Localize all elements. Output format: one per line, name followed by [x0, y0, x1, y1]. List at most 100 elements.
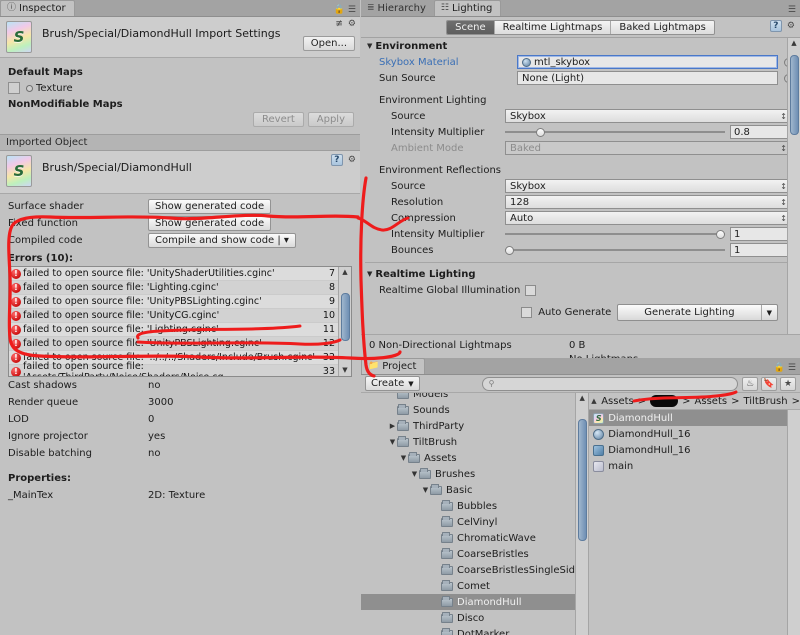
panel-menu-icon[interactable]: ☰	[348, 6, 356, 15]
tree-node-models[interactable]: Models	[361, 393, 588, 402]
breadcrumb-item-assets-2[interactable]: Assets	[695, 396, 728, 407]
bounces-value[interactable]: 1	[730, 243, 792, 257]
asset-item-diamondhull16-material[interactable]: DiamondHull_16	[589, 426, 800, 442]
tree-node-bubbles[interactable]: Bubbles	[361, 498, 588, 514]
tree-scrollbar[interactable]: ▲	[575, 393, 589, 635]
help-icon[interactable]: ?	[330, 154, 343, 166]
lighting-scroll-thumb[interactable]	[790, 55, 799, 135]
gear-icon[interactable]: ⚙	[348, 155, 356, 165]
errors-scroll-thumb[interactable]	[341, 293, 350, 341]
scroll-up-icon[interactable]: ▲	[576, 393, 588, 404]
tree-node-dotmarker[interactable]: DotMarker	[361, 626, 588, 635]
search-input[interactable]: ⚲	[481, 376, 738, 391]
tree-node-thirdparty[interactable]: ▶ ThirdParty	[361, 418, 588, 434]
tree-node-assets[interactable]: ▼ Assets	[361, 450, 588, 466]
skybox-material-field[interactable]: mtl_skybox	[517, 55, 793, 69]
error-row[interactable]: ! failed to open source file: 'UnityShad…	[9, 267, 351, 281]
label-icon[interactable]: 🔖	[761, 376, 777, 391]
env-lighting-intensity-slider[interactable]	[505, 126, 725, 138]
environment-foldout[interactable]: ▼ Environment	[361, 38, 800, 54]
env-lighting-source-dropdown[interactable]: Skybox	[505, 109, 792, 123]
scroll-up-icon[interactable]: ▲	[788, 38, 800, 49]
panel-menu-icon[interactable]: ☰	[788, 364, 796, 373]
panel-menu-icon[interactable]: ☰	[788, 6, 796, 15]
lighting-scrollbar[interactable]: ▲	[787, 38, 800, 334]
gear-icon[interactable]: ⚙	[348, 20, 356, 29]
mode-scene[interactable]: Scene	[447, 20, 495, 34]
asset-item-diamondhull16-texture[interactable]: DiamondHull_16	[589, 442, 800, 458]
texture-row[interactable]: Texture	[8, 80, 352, 96]
breadcrumb-item-tiltbrush[interactable]: TiltBrush	[743, 396, 787, 407]
assets-pane[interactable]: ▲ Assets > > Assets > TiltBrush > S Diam…	[589, 393, 800, 635]
lock-icon[interactable]: 🔒	[334, 6, 345, 15]
show-generated-code-button-fixed[interactable]: Show generated code	[148, 216, 272, 231]
scroll-up-icon[interactable]: ▲	[339, 267, 351, 278]
slider-knob[interactable]	[505, 245, 514, 255]
tree-node-basic[interactable]: ▼ Basic	[361, 482, 588, 498]
slider-knob[interactable]	[716, 229, 726, 239]
tree-toggle-icon[interactable]: ▶	[388, 422, 397, 430]
tab-project[interactable]: 📁 Project	[361, 358, 426, 374]
help-icon[interactable]: ?	[769, 20, 782, 32]
error-row[interactable]: ! failed to open source file: 'UnityCG.c…	[9, 309, 351, 323]
error-row[interactable]: ! failed to open source file: 'Lighting.…	[9, 323, 351, 337]
reflections-compression-dropdown[interactable]: Auto	[505, 211, 792, 225]
reflections-source-dropdown[interactable]: Skybox	[505, 179, 792, 193]
tree-node-comet[interactable]: Comet	[361, 578, 588, 594]
reflections-intensity-slider[interactable]	[505, 228, 726, 240]
asset-item-main-scene[interactable]: main	[589, 458, 800, 474]
reflections-intensity-value[interactable]: 1	[730, 227, 792, 241]
compile-and-show-code-button[interactable]: Compile and show code | ▾	[148, 233, 296, 248]
tree-toggle-icon[interactable]: ▼	[410, 470, 419, 478]
error-row[interactable]: ! failed to open source file: 'Lighting.…	[9, 281, 351, 295]
bounces-slider[interactable]	[505, 244, 725, 256]
texture-swatch[interactable]	[8, 82, 20, 94]
tree-node-tiltbrush[interactable]: ▼ TiltBrush	[361, 434, 588, 450]
tree-node-coarsebristles[interactable]: CoarseBristles	[361, 546, 588, 562]
tree-node-chromaticwave[interactable]: ChromaticWave	[361, 530, 588, 546]
gear-icon[interactable]: ⚙	[787, 21, 795, 31]
revert-button[interactable]: Revert	[253, 112, 304, 127]
shader-error-list[interactable]: ! failed to open source file: 'UnityShad…	[8, 266, 352, 377]
assets-scrollbar[interactable]	[787, 410, 800, 635]
tree-toggle-icon[interactable]: ▼	[388, 438, 397, 446]
error-row[interactable]: ! failed to open source file: 'UnityPBSL…	[9, 295, 351, 309]
texture-radio-icon[interactable]	[26, 84, 33, 92]
scroll-down-icon[interactable]: ▼	[339, 365, 351, 376]
tree-node-diamondhull[interactable]: DiamondHull	[361, 594, 589, 610]
tree-node-coarsebristlessinglesided[interactable]: CoarseBristlesSingleSided	[361, 562, 588, 578]
tab-inspector[interactable]: ⓘ Inspector	[0, 0, 75, 16]
tree-toggle-icon[interactable]: ▼	[399, 454, 408, 462]
sun-source-field[interactable]: None (Light)	[517, 71, 793, 85]
mode-baked-lightmaps[interactable]: Baked Lightmaps	[611, 20, 714, 34]
generate-lighting-button[interactable]: Generate Lighting ▼	[617, 304, 778, 321]
env-lighting-intensity-value[interactable]: 0.8	[730, 125, 792, 139]
tree-scroll-thumb[interactable]	[578, 419, 588, 541]
show-generated-code-button-surface[interactable]: Show generated code	[148, 199, 272, 214]
errors-scrollbar[interactable]: ▲ ▼	[338, 267, 351, 376]
scroll-up-icon[interactable]: ▲	[591, 397, 596, 405]
tree-node-disco[interactable]: Disco	[361, 610, 588, 626]
tree-node-celvinyl[interactable]: CelVinyl	[361, 514, 588, 530]
auto-generate-checkbox[interactable]	[521, 307, 533, 318]
star-icon[interactable]: ★	[780, 376, 796, 391]
asset-item-diamondhull-shader[interactable]: S DiamondHull	[589, 410, 800, 426]
breadcrumb-item-assets[interactable]: Assets	[601, 396, 634, 407]
error-row[interactable]: ! failed to open source file: 'Assets/Th…	[9, 361, 351, 376]
project-tree[interactable]: Models Sounds ▶ ThirdParty ▼ TiltBrush ▼…	[361, 393, 590, 635]
chevron-down-icon[interactable]: ▼	[762, 307, 777, 319]
realtime-lighting-foldout[interactable]: ▼ Realtime Lighting	[361, 266, 800, 282]
error-row[interactable]: ! failed to open source file: 'UnityPBSL…	[9, 337, 351, 351]
lock-icon[interactable]: 🔒	[774, 364, 785, 373]
mode-realtime-lightmaps[interactable]: Realtime Lightmaps	[494, 20, 612, 34]
realtime-gi-checkbox[interactable]	[525, 284, 536, 296]
reflections-resolution-dropdown[interactable]: 128	[505, 195, 792, 209]
slider-knob[interactable]	[535, 127, 545, 137]
tree-node-brushes[interactable]: ▼ Brushes	[361, 466, 588, 482]
create-button[interactable]: Create ▼	[365, 376, 420, 391]
favorites-icon[interactable]: ♨	[742, 376, 758, 391]
tab-hierarchy[interactable]: ≣ Hierarchy	[361, 0, 434, 16]
tree-node-sounds[interactable]: Sounds	[361, 402, 588, 418]
preset-icon[interactable]: ≢	[335, 20, 343, 29]
tab-lighting[interactable]: ☷ Lighting	[433, 0, 502, 16]
